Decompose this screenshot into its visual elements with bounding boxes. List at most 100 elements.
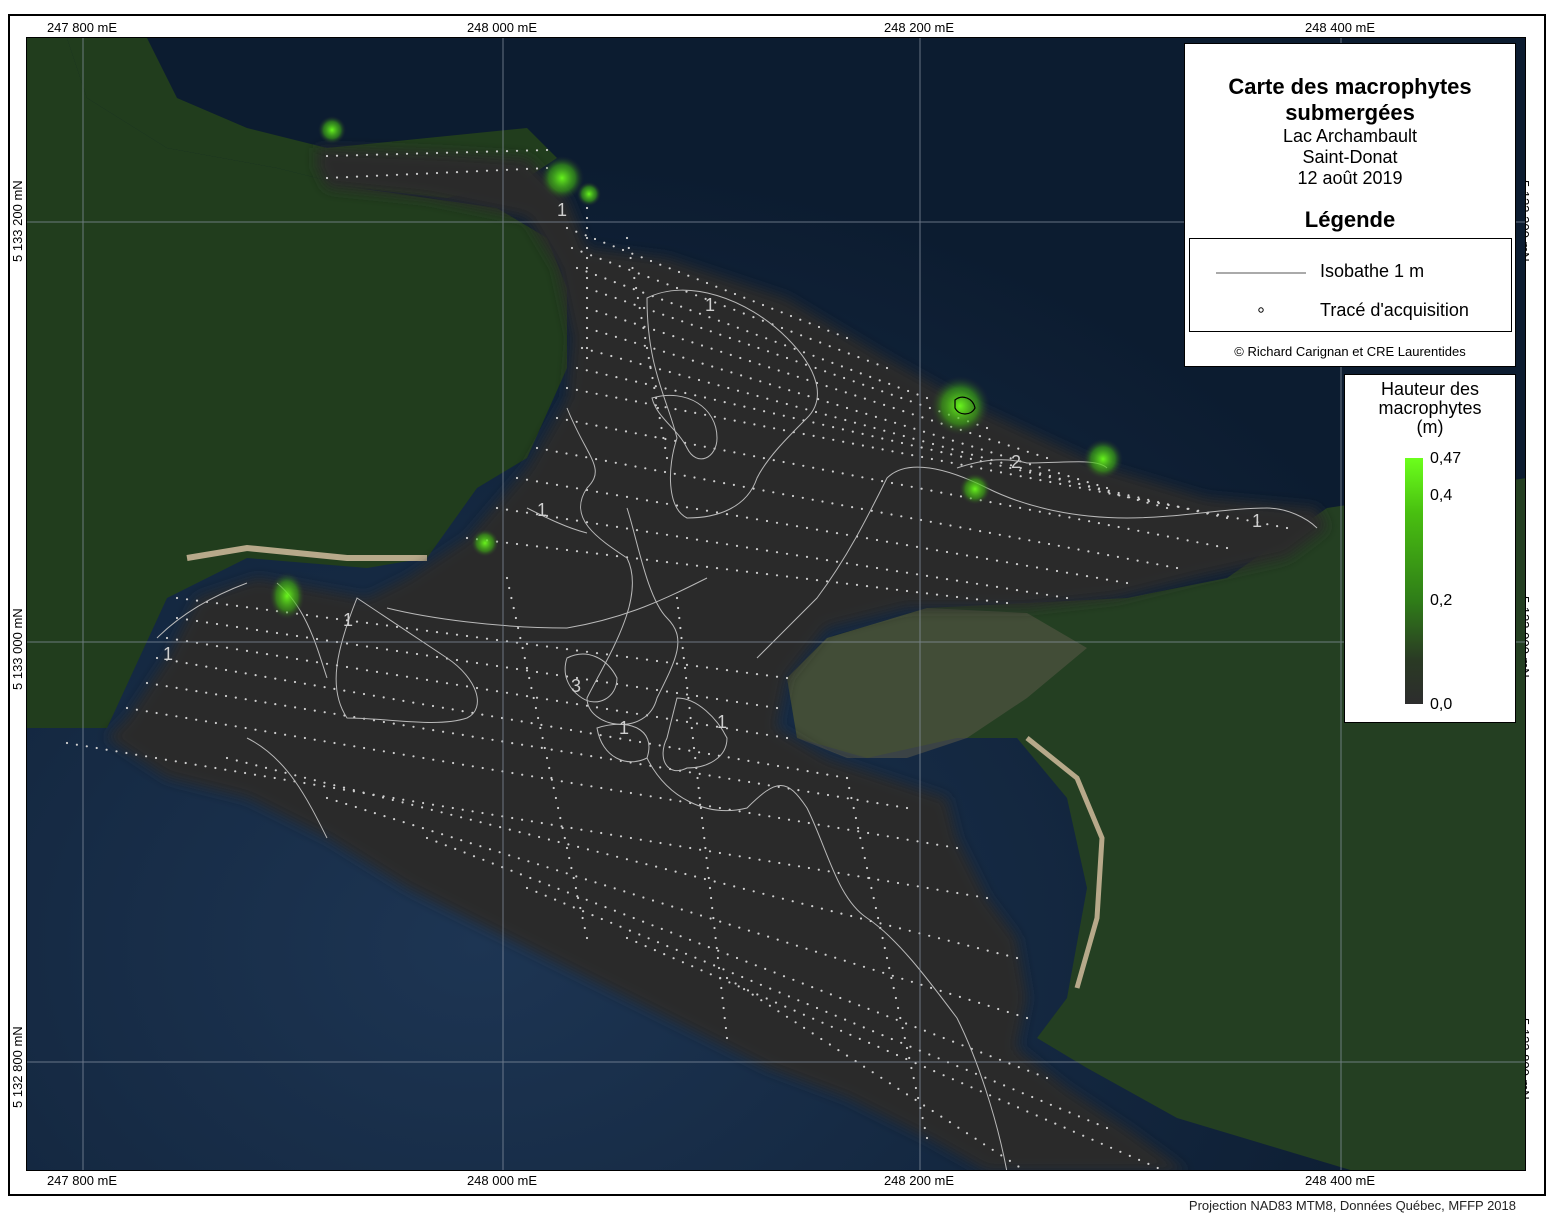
track-point [940,491,943,494]
track-point [591,914,594,917]
track-point [165,636,169,640]
track-point [75,743,78,746]
track-point [644,467,647,470]
track-point [335,799,338,803]
track-point [645,530,649,533]
track-point [766,397,769,400]
track-point [485,688,489,691]
track-point [610,354,613,358]
track-point [402,798,405,801]
track-point [605,707,609,711]
track-point [333,786,336,790]
track-point [1166,535,1169,538]
track-point [634,341,637,344]
track-point [574,886,578,890]
track-point [821,500,824,503]
track-point [717,384,720,387]
track-point [689,716,692,720]
track-point [789,314,793,318]
track-point [725,543,729,546]
track-point [600,831,603,835]
track-point [545,448,548,451]
track-point [804,363,808,366]
track-point [1127,527,1130,530]
track-point [762,457,766,460]
track-point [530,745,533,748]
track-point [569,728,573,732]
track-point [530,686,533,690]
track-point [333,712,336,715]
track-point [820,1037,823,1041]
track-point [752,300,755,303]
track-point [968,998,971,1002]
track-point [313,738,316,741]
track-point [565,386,569,390]
track-point [313,684,316,687]
track-point [859,372,862,375]
track-point [1117,491,1120,495]
track-point [675,948,678,952]
track-point [625,936,629,940]
track-point [1125,581,1129,585]
track-point [184,761,187,765]
track-point [615,494,619,497]
track-point [1065,571,1069,574]
track-point [535,890,538,894]
track-point [881,390,884,393]
track-point [925,574,929,578]
track-point [715,697,719,701]
macrophyte-patch [577,182,601,206]
track-point [274,731,277,735]
track-point [214,721,217,725]
track-point [1028,463,1032,466]
track-point [563,836,566,840]
track-point [796,375,799,378]
track-point [825,530,829,533]
track-point [585,286,589,290]
track-point [723,401,726,404]
track-point [485,663,489,666]
track-point [659,841,662,845]
track-point [560,750,563,753]
track-point [498,851,501,854]
track-point [471,765,474,768]
track-point [698,942,701,945]
track-point [821,358,825,361]
track-point [886,1049,889,1053]
track-point [761,303,765,307]
track-point [642,896,645,899]
track-point [1008,1159,1012,1162]
track-point [1146,561,1149,564]
track-point [323,740,326,743]
track-point [1038,541,1041,544]
track-point [165,685,168,688]
track-point [905,1046,909,1050]
scale-label-0-2: 0,2 [1430,592,1453,609]
track-point [886,803,889,806]
track-point [679,800,682,803]
track-point [1005,601,1009,605]
track-point [811,986,814,989]
track-point [325,639,329,642]
track-point [665,717,669,720]
track-point [510,869,513,872]
track-point [1128,496,1131,499]
track-point [705,565,709,569]
track-point [670,931,673,934]
track-point [284,733,287,736]
track-point [825,559,829,562]
track-point [535,696,539,699]
track-point [364,809,367,812]
track-point [834,1014,837,1017]
track-point [674,408,677,411]
track-point [461,763,465,766]
track-point [1038,510,1041,513]
track-point [910,485,913,488]
track-point [345,665,349,669]
track-point [518,831,521,834]
track-point [1015,563,1019,566]
track-point [412,725,415,728]
track-point [1147,500,1150,503]
track-point [675,562,679,565]
track-point [678,373,681,376]
